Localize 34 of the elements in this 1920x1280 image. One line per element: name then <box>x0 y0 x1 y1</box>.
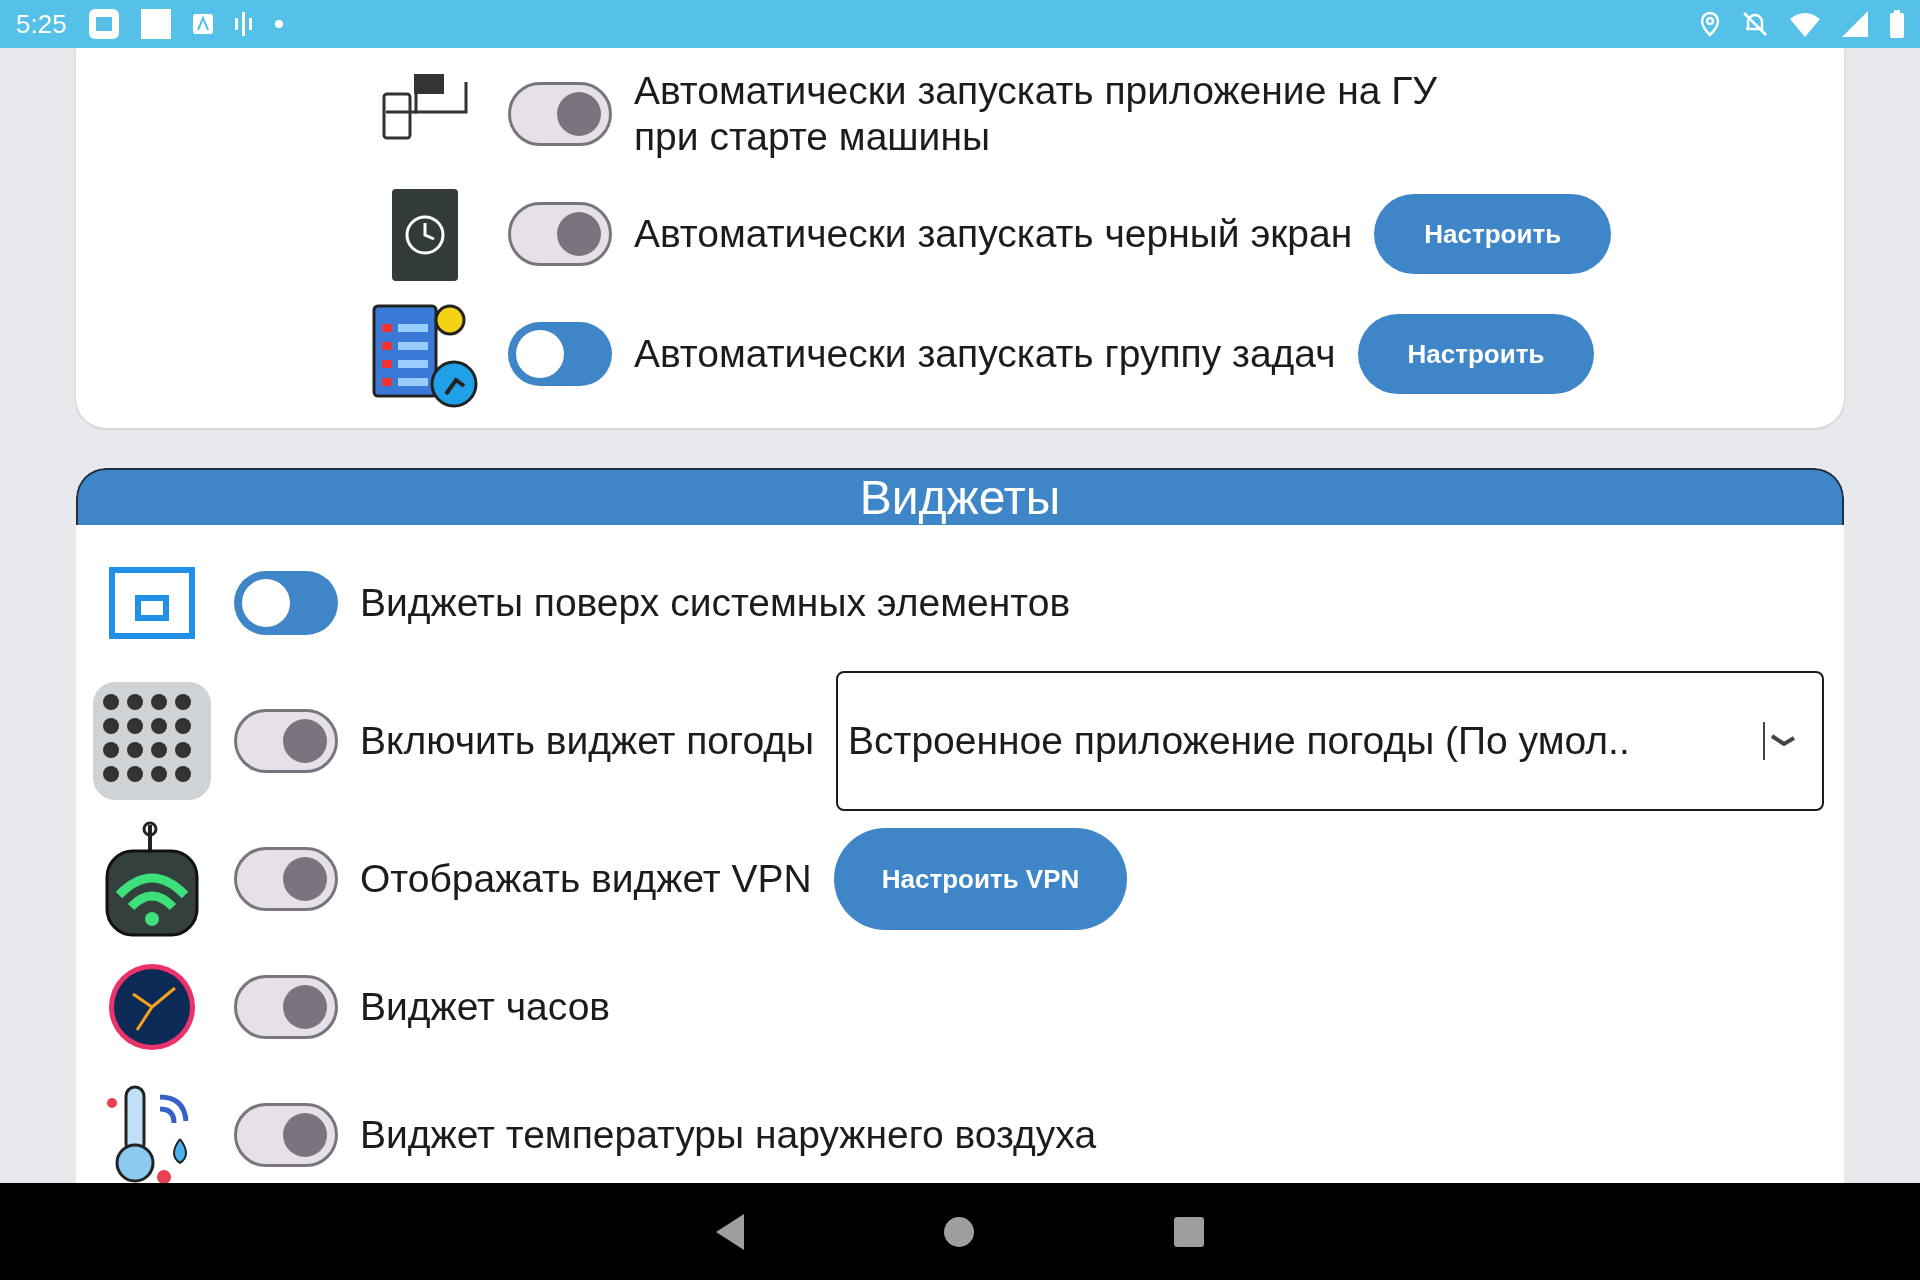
configure-button[interactable]: Настроить <box>1374 194 1612 274</box>
setting-label: Автоматически запускать черный экран <box>634 211 1353 257</box>
notification-square-icon <box>140 9 171 39</box>
configure-button[interactable]: Настроить VPN <box>833 828 1128 930</box>
sound-bars-icon <box>234 12 253 36</box>
setting-label: Виджет температуры наружнего воздуха <box>360 1112 1097 1158</box>
recents-icon[interactable] <box>1174 1216 1204 1247</box>
toggle-switch[interactable] <box>234 975 338 1039</box>
section-title: Виджеты <box>859 470 1061 525</box>
keyboard-notification-icon <box>192 12 213 36</box>
signal-icon <box>1842 11 1868 37</box>
caret-icon <box>1762 722 1798 760</box>
home-icon[interactable] <box>944 1216 974 1247</box>
setting-label: Виджеты поверх системных элементов <box>360 580 1071 626</box>
wifi-icon <box>1790 11 1820 37</box>
notifications-off-icon <box>1742 11 1768 37</box>
setting-label: Виджет часов <box>360 984 611 1030</box>
weather-app-dropdown[interactable]: Встроенное приложение погоды (По умол.. <box>836 671 1824 811</box>
wifi-router-icon <box>105 821 199 937</box>
toggle-switch[interactable] <box>508 202 612 266</box>
window-icon <box>108 566 196 640</box>
clock-face-icon <box>107 962 197 1052</box>
setting-label: Включить виджет погоды <box>360 718 815 764</box>
setting-label: Отображать виджет VPN <box>360 856 812 902</box>
setting-label: Автоматически запускать группу задач <box>634 331 1336 377</box>
location-icon <box>1700 11 1720 37</box>
battery-icon <box>1890 10 1904 38</box>
configure-button[interactable]: Настроить <box>1357 314 1595 394</box>
setting-label: Автоматически запускать приложение на ГУ при старте машины <box>634 68 1439 160</box>
back-icon[interactable] <box>716 1213 744 1250</box>
notification-app-icon <box>88 9 119 39</box>
dot-icon <box>274 20 283 28</box>
toggle-switch[interactable] <box>508 82 612 146</box>
status-time: 5:25 <box>16 8 67 40</box>
